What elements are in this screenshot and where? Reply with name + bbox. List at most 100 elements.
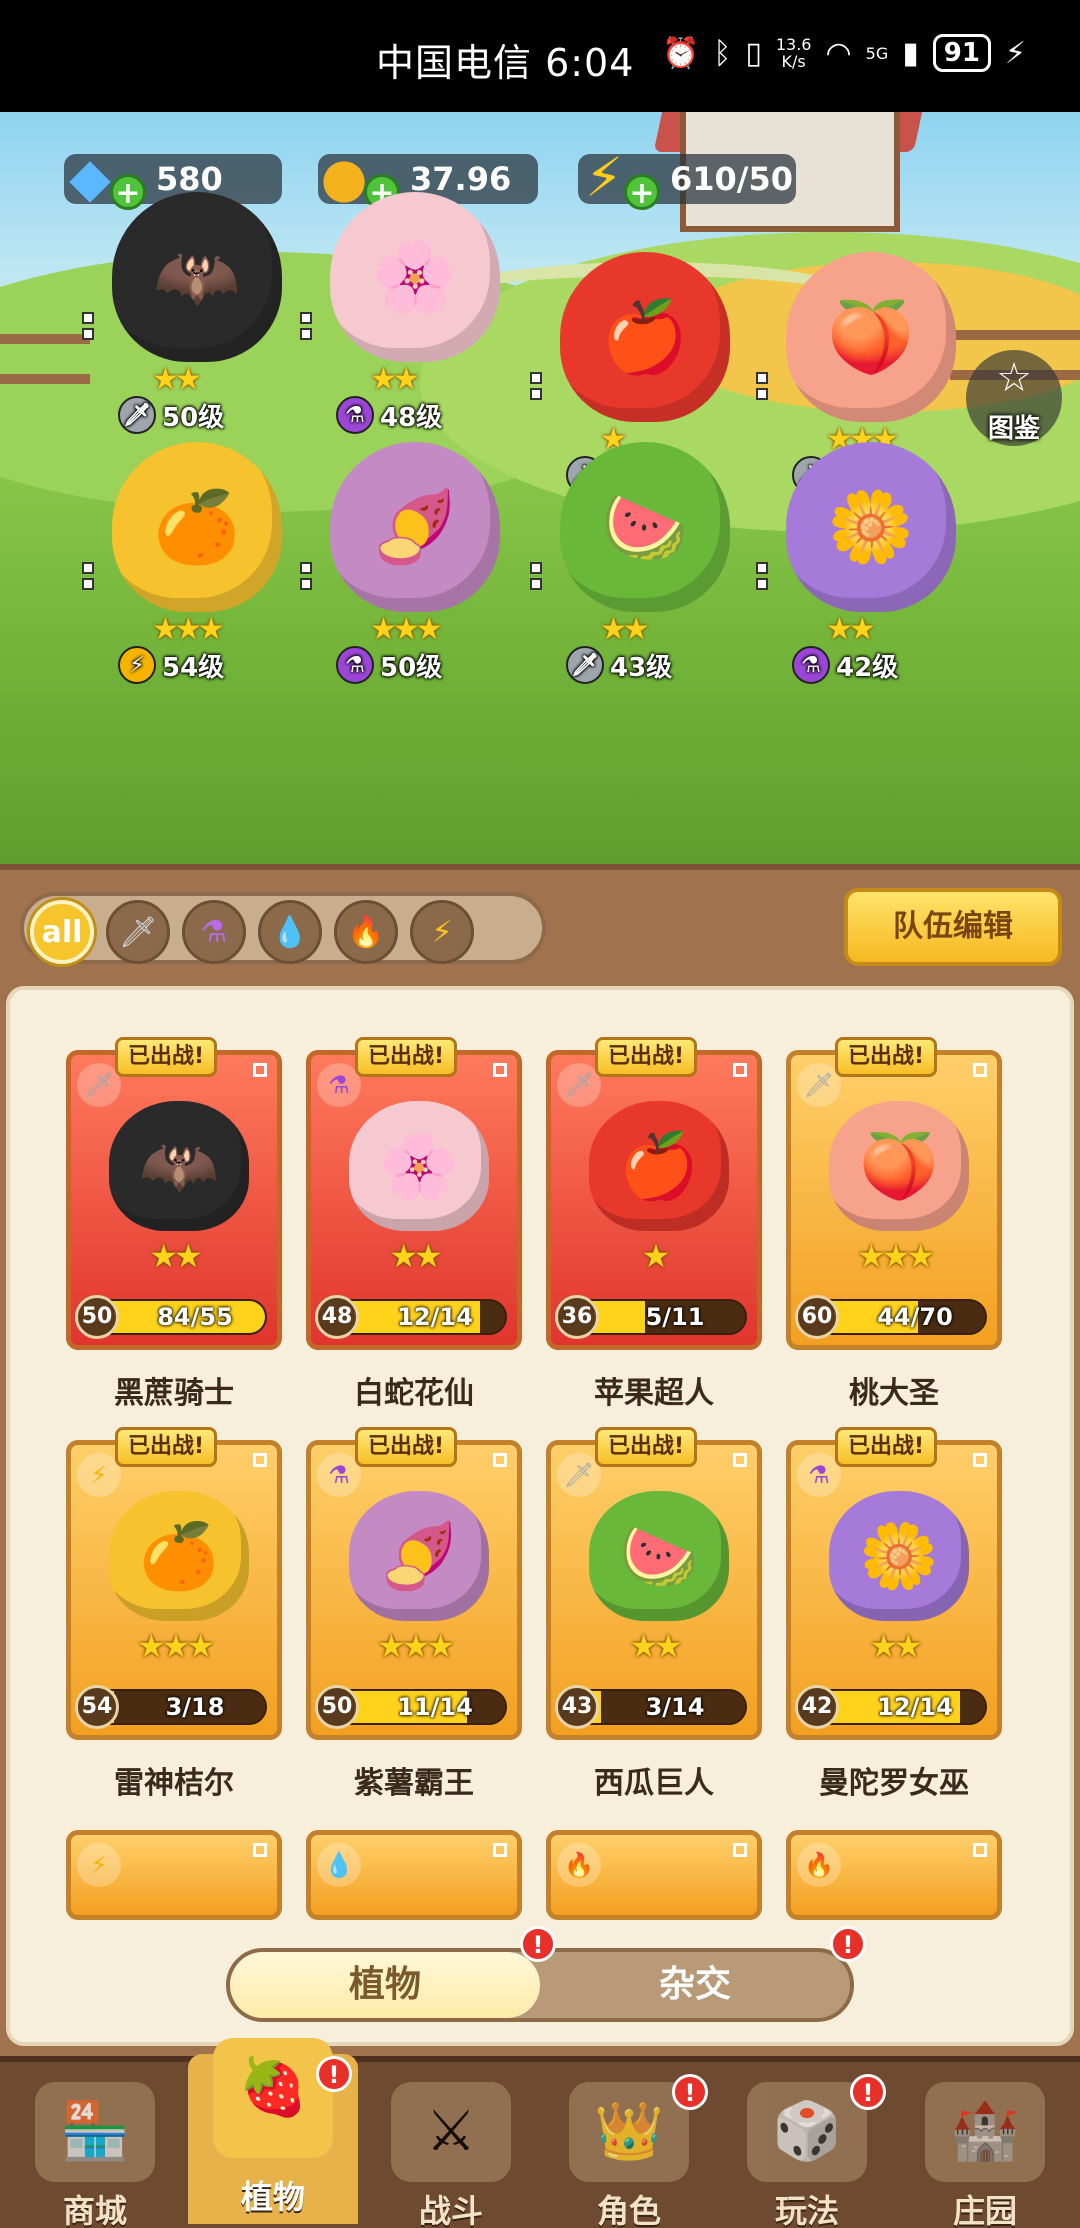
deployed-badge: 已出战! (355, 1037, 458, 1077)
slot-indicator-icon (300, 312, 312, 340)
water-drop-icon: 💧 (317, 1843, 361, 1887)
filter-potion-button[interactable]: ⚗ (182, 900, 246, 964)
add-energy-button[interactable]: + (624, 174, 660, 211)
slot-indicator-icon (493, 1843, 507, 1857)
team-member-figure[interactable]: 🌸 (330, 192, 500, 362)
plant-portrait: 🍊 (109, 1491, 249, 1621)
plant-grid[interactable]: 黑蔗骑士 🗡 已出战! 🦇 ★★ 84/55 50 白蛇花仙 ⚗ 已出战! 🌸 ★★ 12/14 48 苹果… (6, 986, 1074, 2046)
deployed-badge: 已出战! (835, 1427, 938, 1467)
team-edit-button[interactable]: 队伍编辑 (844, 888, 1062, 966)
lightning-icon: ⚡ (77, 1843, 121, 1887)
tab-hybrid[interactable]: 杂交 (540, 1952, 850, 2018)
plant-card[interactable]: 💧 (306, 1830, 522, 1920)
filter-sword-button[interactable]: 🗡 (106, 900, 170, 964)
nav-label: 玩法 (774, 2192, 839, 2228)
guide-label: 图鉴 (987, 414, 1040, 444)
sword-icon: 🗡 (118, 914, 158, 950)
plant-card[interactable]: ⚡ (66, 1830, 282, 1920)
filter-lightning-button[interactable]: ⚡ (410, 900, 474, 964)
team-member-figure[interactable]: 🍊 (112, 442, 282, 612)
plant-card[interactable]: 🗡 已出战! 🍎 ★ 5/11 36 (546, 1037, 762, 1350)
star-rating: ★★ (869, 1627, 922, 1665)
star-rating: ★★ (370, 362, 420, 397)
plant-level-badge: 43 (555, 1685, 599, 1729)
team-member-figure[interactable]: 🦇 (112, 192, 282, 362)
nav-character[interactable]: 👑 角色! (544, 2072, 714, 2228)
plant-card[interactable]: ⚗ 已出战! 🍠 ★★★ 11/14 50 (306, 1427, 522, 1740)
plant-name: 苹果超人 (594, 1376, 714, 1411)
team-member-figure[interactable]: 🌼 (786, 442, 956, 612)
status-icons: ⏰ ᛒ ▯ 13.6 K/s ◠ 5G ▮ 91 ⚡ (662, 34, 1026, 72)
nav-manor[interactable]: 🏰 庄园 (900, 2072, 1070, 2228)
nav-plants[interactable]: 🍓 植物! (188, 2038, 358, 2224)
team-member-level: ⚗ 42级 (792, 646, 898, 684)
plant-card[interactable]: ⚗ 已出战! 🌼 ★★ 12/14 42 (786, 1427, 1002, 1740)
team-member-figure[interactable]: 🍠 (330, 442, 500, 612)
star-rating: ★★ (389, 1237, 442, 1275)
plant-level-badge: 60 (795, 1295, 839, 1339)
plant-name: 桃大圣 (849, 1376, 939, 1411)
filter-bar: all 🗡 ⚗ 💧 🔥 ⚡ 队伍编辑 (0, 864, 1080, 976)
level-text: 50级 (380, 652, 443, 683)
team-member-figure[interactable]: 🍉 (560, 442, 730, 612)
nav-shop[interactable]: 🏪 商城 (10, 2072, 180, 2228)
potion-icon: ⚗ (336, 396, 374, 434)
nav-battle[interactable]: ⚔ 战斗 (366, 2072, 536, 2228)
star-rating: ★★ (149, 1237, 202, 1275)
plant-portrait: 🍠 (349, 1491, 489, 1621)
filter-water-button[interactable]: 💧 (258, 900, 322, 964)
carrier-time: 中国电信 6:04 (376, 41, 635, 85)
deployed-badge: 已出战! (595, 1037, 698, 1077)
team-member-level: ⚗ 48级 (336, 396, 442, 434)
plants-alert-badge: ! (520, 1926, 556, 1962)
star-rating: ★★ (600, 612, 650, 647)
plant-card[interactable]: ⚡ 已出战! 🍊 ★★★ 3/18 54 (66, 1427, 282, 1740)
plant-level-badge: 48 (315, 1295, 359, 1339)
shop-icon: 🏪 (35, 2082, 155, 2182)
plant-portrait: 🍎 (589, 1101, 729, 1231)
manor-icon: 🏰 (925, 2082, 1045, 2182)
filter-fire-button[interactable]: 🔥 (334, 900, 398, 964)
slot-indicator-icon (973, 1063, 987, 1077)
plant-portrait: 🦇 (109, 1101, 249, 1231)
slot-indicator-icon (973, 1843, 987, 1857)
tab-plants[interactable]: 植物 (230, 1952, 540, 2018)
plant-card[interactable]: 🔥 (546, 1830, 762, 1920)
plant-card[interactable]: 🗡 已出战! 🍑 ★★★ 44/70 60 (786, 1037, 1002, 1350)
plant-card[interactable]: 🔥 (786, 1830, 1002, 1920)
star-rating: ★★★ (370, 612, 443, 647)
nav-alert-badge: ! (316, 2056, 352, 2092)
slot-indicator-icon (733, 1843, 747, 1857)
star-rating: ★★★ (856, 1237, 935, 1275)
plant-card[interactable]: 🗡 已出战! 🦇 ★★ 84/55 50 (66, 1037, 282, 1350)
plant-level-badge: 42 (795, 1685, 839, 1729)
net-speed: 13.6 K/s (775, 35, 812, 71)
star-rating: ★★★ (136, 1627, 215, 1665)
star-rating: ★ (641, 1237, 671, 1275)
charging-icon: ⚡ (1004, 35, 1026, 71)
plant-card[interactable]: 🗡 已出战! 🍉 ★★ 3/14 43 (546, 1427, 762, 1740)
potion-icon: ⚗ (792, 646, 830, 684)
plant-card[interactable]: ⚗ 已出战! 🌸 ★★ 12/14 48 (306, 1037, 522, 1350)
book-star-icon: ☆ (996, 355, 1032, 401)
add-gems-button[interactable]: + (110, 174, 146, 211)
nav-label: 庄园 (952, 2192, 1017, 2228)
nav-gameplay[interactable]: 🎲 玩法! (722, 2072, 892, 2228)
team-scene: ◆ + 580 ● + 37.96万 ⚡ + 610/50 ☆ 图鉴 🦇★★🗡5… (0, 112, 1080, 864)
battle-icon: ⚔ (391, 2082, 511, 2182)
plant-name: 黑蔗骑士 (114, 1376, 234, 1411)
guide-button[interactable]: ☆ 图鉴 (966, 350, 1062, 446)
team-member-figure[interactable]: 🍎 (560, 252, 730, 422)
team-member-level: 🗡 43级 (566, 646, 672, 684)
slot-indicator-icon (82, 312, 94, 340)
star-rating: ★★ (629, 1627, 682, 1665)
team-member-figure[interactable]: 🍑 (786, 252, 956, 422)
plant-level-badge: 50 (75, 1295, 119, 1339)
shard-progress-text: 84/55 (157, 1303, 233, 1331)
filter-all-button[interactable]: all (30, 900, 94, 964)
energy-counter[interactable]: ⚡ + 610/50 (578, 151, 796, 211)
shard-progress-text: 11/14 (397, 1693, 473, 1721)
alarm-icon: ⏰ (661, 35, 700, 71)
deployed-badge: 已出战! (595, 1427, 698, 1467)
deployed-badge: 已出战! (115, 1037, 218, 1077)
